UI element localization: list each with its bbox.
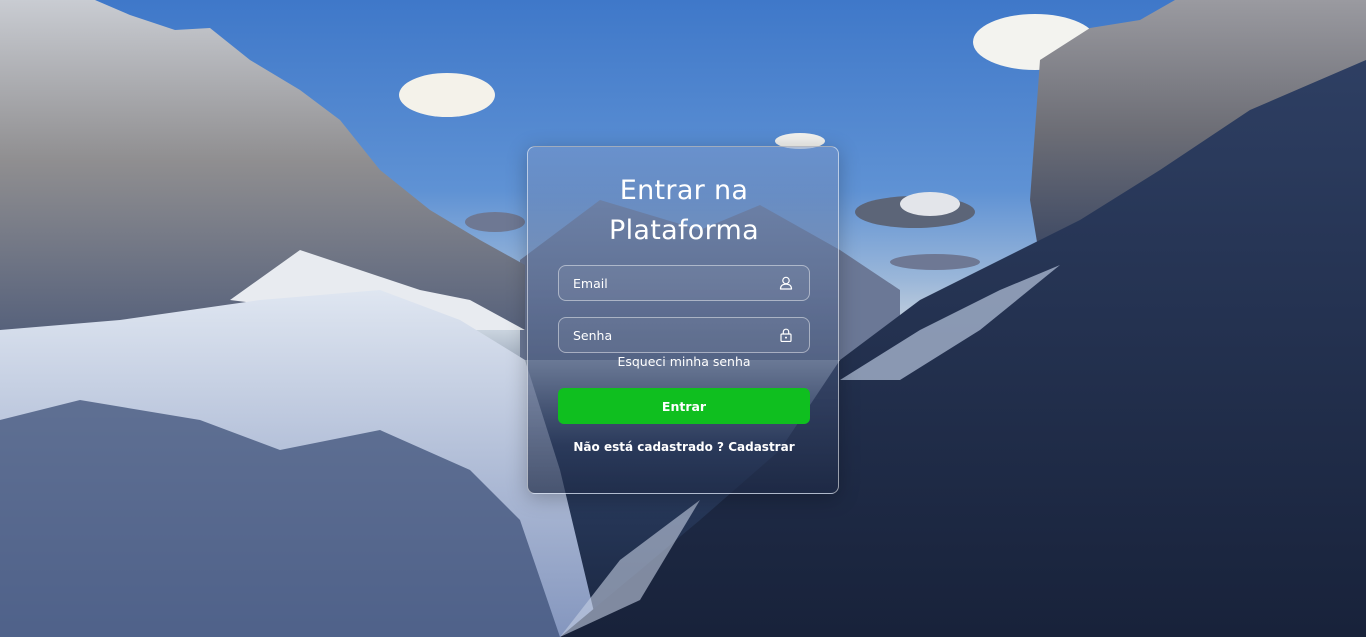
forgot-password-link[interactable]: Esqueci minha senha [528,354,840,369]
user-icon [779,276,793,290]
password-field[interactable] [558,317,810,353]
login-card: Entrar na Plataforma Esqueci minha senha… [527,146,839,494]
password-input[interactable] [559,318,793,352]
register-link[interactable]: Cadastrar [728,440,794,454]
register-prompt-text: Não está cadastrado ? [573,440,725,454]
login-title-line1: Entrar na [619,175,749,206]
login-title-line2: Plataforma [609,215,759,246]
register-prompt: Não está cadastrado ? Cadastrar [528,440,840,454]
login-button[interactable]: Entrar [558,388,810,424]
login-title: Entrar na Plataforma [528,171,840,251]
lock-icon [780,328,792,342]
email-field[interactable] [558,265,810,301]
login-page: Entrar na Plataforma Esqueci minha senha… [0,0,1366,637]
email-input[interactable] [559,266,793,300]
